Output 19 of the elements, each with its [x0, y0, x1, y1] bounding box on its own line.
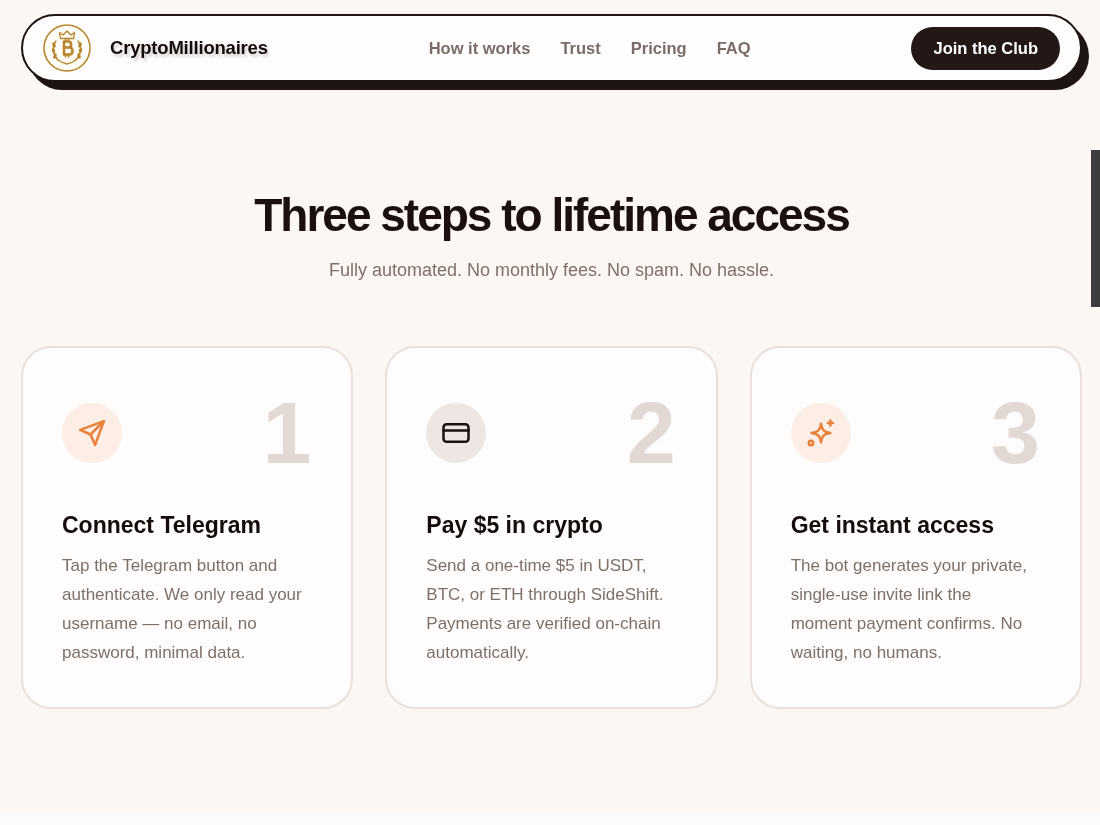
paper-plane-icon: [62, 403, 122, 463]
nav-link[interactable]: FAQ: [716, 38, 751, 58]
sparkle-icon: [790, 403, 851, 463]
step-title: Connect Telegram: [62, 511, 262, 540]
join-button[interactable]: Join the Club: [911, 26, 1060, 70]
section-subtitle: Fully automated. No monthly fees. No spam. No hassle.: [328, 259, 775, 282]
nav-link[interactable]: Trust: [560, 38, 601, 58]
scrollbar-thumb[interactable]: [1091, 150, 1100, 307]
step-title: Pay $5 in crypto: [426, 511, 604, 540]
section-title: Three steps to lifetime access: [254, 188, 849, 243]
step-description: Send a one-time $5 in USDT, BTC, or ETH through SideShift. Payments are verified on-chain automatically.: [426, 555, 665, 664]
credit-card-icon: [426, 403, 487, 463]
nav-link[interactable]: Pricing: [630, 38, 687, 58]
crowned-coin-icon: [43, 24, 91, 72]
step-description: Tap the Telegram button and authenticate. We only read your username — no email, no password, minimal data.: [62, 555, 303, 664]
nav-link[interactable]: How it works: [428, 38, 531, 58]
step-description: The bot generates your private, single-use invite link the moment payment confirms. No waiting, no humans.: [790, 555, 1028, 664]
step-title: Get instant access: [790, 511, 995, 540]
brand-name[interactable]: CryptoMillionaires: [110, 37, 268, 59]
